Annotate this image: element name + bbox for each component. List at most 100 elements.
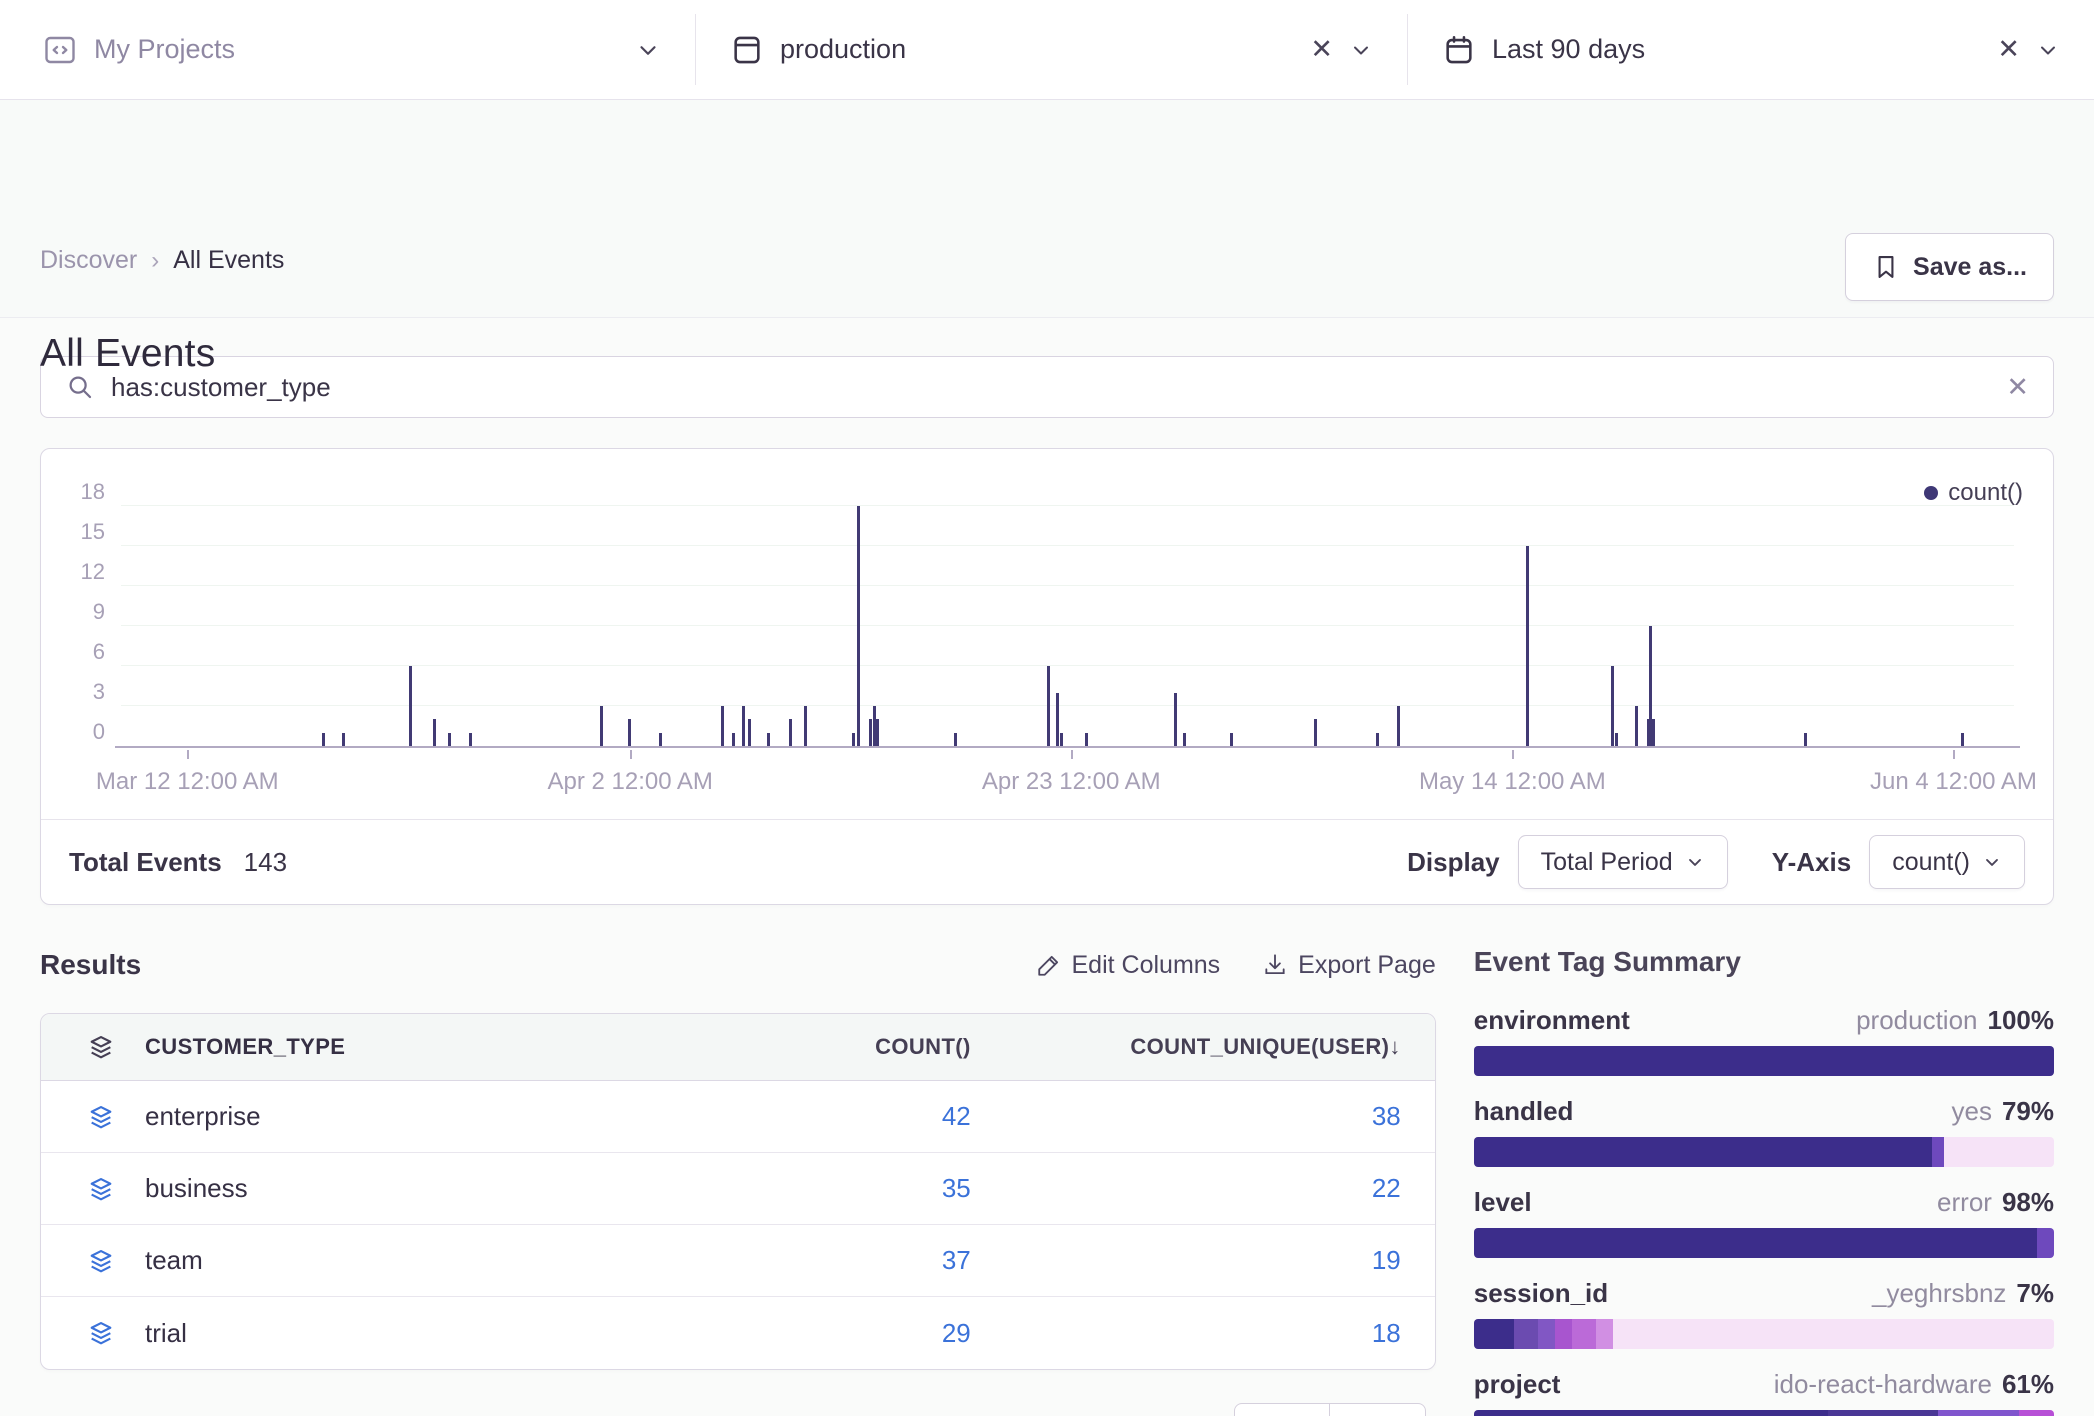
tag-bar-segment[interactable]	[1474, 1410, 1828, 1416]
tag-bar-segment[interactable]	[1514, 1319, 1537, 1349]
chart-bar[interactable]	[1804, 733, 1807, 746]
save-as-button[interactable]: Save as...	[1845, 233, 2054, 301]
tag-bar-segment[interactable]	[1474, 1228, 2037, 1258]
chart-bar[interactable]	[659, 733, 662, 746]
chart-bar[interactable]	[628, 719, 631, 746]
stack-icon	[41, 1247, 115, 1275]
chart-bar[interactable]	[748, 719, 751, 746]
chart-bar[interactable]	[1376, 733, 1379, 746]
chart-bar[interactable]	[1961, 733, 1964, 746]
tag-bar-segment[interactable]	[1474, 1319, 1515, 1349]
tag-distribution-bar[interactable]	[1474, 1228, 2054, 1258]
date-range-selector[interactable]: Last 90 days ✕	[1408, 0, 2094, 99]
tag-distribution-bar[interactable]	[1474, 1046, 2054, 1076]
column-header-count-unique[interactable]: COUNT_UNIQUE(USER)↓	[1005, 1034, 1435, 1060]
chart-bar[interactable]	[852, 733, 855, 746]
tag-distribution-bar[interactable]	[1474, 1319, 2054, 1349]
tag-bar-segment[interactable]	[1555, 1319, 1572, 1349]
tag-bar-segment[interactable]	[1474, 1046, 2054, 1076]
chart-bar[interactable]	[1183, 733, 1186, 746]
chart-bar[interactable]	[857, 506, 860, 746]
chart-bar[interactable]	[1230, 733, 1233, 746]
chart-bar[interactable]	[433, 719, 436, 746]
tag-summary-heading: Event Tag Summary	[1474, 945, 2054, 979]
chart-bar[interactable]	[342, 733, 345, 746]
count-cell[interactable]: 29	[635, 1318, 1005, 1349]
chart-bar[interactable]	[721, 706, 724, 746]
export-page-button[interactable]: Export Page	[1262, 951, 1436, 980]
chart-bar[interactable]	[1060, 733, 1063, 746]
edit-columns-button[interactable]: Edit Columns	[1036, 951, 1221, 980]
chevron-down-icon	[1982, 852, 2002, 872]
tag-bar-segment[interactable]	[2037, 1228, 2054, 1258]
chart-bar[interactable]	[1649, 626, 1652, 746]
tag-bar-segment[interactable]	[1828, 1410, 1938, 1416]
chart-bar[interactable]	[322, 733, 325, 746]
yaxis-select[interactable]: count()	[1869, 835, 2025, 889]
tag-bar-segment[interactable]	[1596, 1319, 1613, 1349]
y-axis-tick-label: 0	[93, 719, 105, 745]
chart-bar[interactable]	[409, 666, 412, 746]
chart-bar[interactable]	[1635, 706, 1638, 746]
count-cell[interactable]: 42	[635, 1101, 1005, 1132]
chart-bar[interactable]	[1314, 719, 1317, 746]
chart-bar[interactable]	[1047, 666, 1050, 746]
chart-bar[interactable]	[469, 733, 472, 746]
search-input[interactable]: has:customer_type	[111, 372, 1990, 403]
tag-bar-segment[interactable]	[1538, 1319, 1555, 1349]
chart-bar[interactable]	[732, 733, 735, 746]
pagination-next-button[interactable]	[1330, 1403, 1426, 1416]
tag-bar-segment[interactable]	[1932, 1137, 1944, 1167]
results-table-header: CUSTOMER_TYPE COUNT() COUNT_UNIQUE(USER)…	[41, 1014, 1435, 1081]
chart-bar[interactable]	[869, 719, 872, 746]
chart-bar[interactable]	[876, 719, 879, 746]
project-selector[interactable]: My Projects	[0, 0, 695, 99]
chart-bar[interactable]	[448, 733, 451, 746]
chart-bar[interactable]	[767, 733, 770, 746]
chevron-down-icon[interactable]	[635, 37, 661, 63]
environment-selector[interactable]: production ✕	[696, 0, 1407, 99]
pagination-previous-button[interactable]	[1234, 1403, 1330, 1416]
tag-distribution-bar[interactable]	[1474, 1137, 2054, 1167]
chart-bar[interactable]	[1615, 733, 1618, 746]
chart-bar[interactable]	[1085, 733, 1088, 746]
breadcrumb-discover[interactable]: Discover	[40, 246, 137, 275]
chevron-down-icon[interactable]	[1349, 38, 1373, 62]
tag-bar-segment[interactable]	[2019, 1410, 2054, 1416]
date-range-clear-button[interactable]: ✕	[1997, 36, 2020, 63]
chevron-down-icon[interactable]	[2036, 38, 2060, 62]
chart-bar[interactable]	[1174, 693, 1177, 746]
chart-bar[interactable]	[1652, 719, 1655, 746]
chart-bar[interactable]	[600, 706, 603, 746]
tag-distribution-bar[interactable]	[1474, 1410, 2054, 1416]
chart-gridline	[121, 625, 2014, 626]
chart-bar[interactable]	[1056, 693, 1059, 746]
chart-legend[interactable]: count()	[1924, 479, 2023, 507]
chart-bar[interactable]	[873, 706, 876, 746]
tag-percent: 61%	[2002, 1369, 2054, 1400]
tag-summary-row: handledyes79%	[1474, 1096, 2054, 1167]
count-cell[interactable]: 35	[635, 1173, 1005, 1204]
environment-clear-button[interactable]: ✕	[1310, 36, 1333, 63]
tag-bar-segment[interactable]	[1474, 1137, 1932, 1167]
count-unique-cell[interactable]: 18	[1005, 1318, 1435, 1349]
count-unique-cell[interactable]: 38	[1005, 1101, 1435, 1132]
chart-bar[interactable]	[1526, 546, 1529, 746]
close-icon: ✕	[2006, 374, 2029, 401]
chart-bar[interactable]	[1397, 706, 1400, 746]
display-select[interactable]: Total Period	[1518, 835, 1728, 889]
count-unique-cell[interactable]: 22	[1005, 1173, 1435, 1204]
column-header-customer-type[interactable]: CUSTOMER_TYPE	[115, 1034, 635, 1060]
count-cell[interactable]: 37	[635, 1245, 1005, 1276]
search-bar[interactable]: has:customer_type ✕	[40, 356, 2054, 418]
chart-bar[interactable]	[954, 733, 957, 746]
search-clear-button[interactable]: ✕	[2006, 374, 2029, 401]
chart-bar[interactable]	[804, 706, 807, 746]
tag-bar-segment[interactable]	[1938, 1410, 2019, 1416]
column-header-count[interactable]: COUNT()	[635, 1034, 1005, 1060]
chart-bar[interactable]	[1611, 666, 1614, 746]
chart-bar[interactable]	[789, 719, 792, 746]
chart-bar[interactable]	[742, 706, 745, 746]
tag-bar-segment[interactable]	[1572, 1319, 1595, 1349]
count-unique-cell[interactable]: 19	[1005, 1245, 1435, 1276]
